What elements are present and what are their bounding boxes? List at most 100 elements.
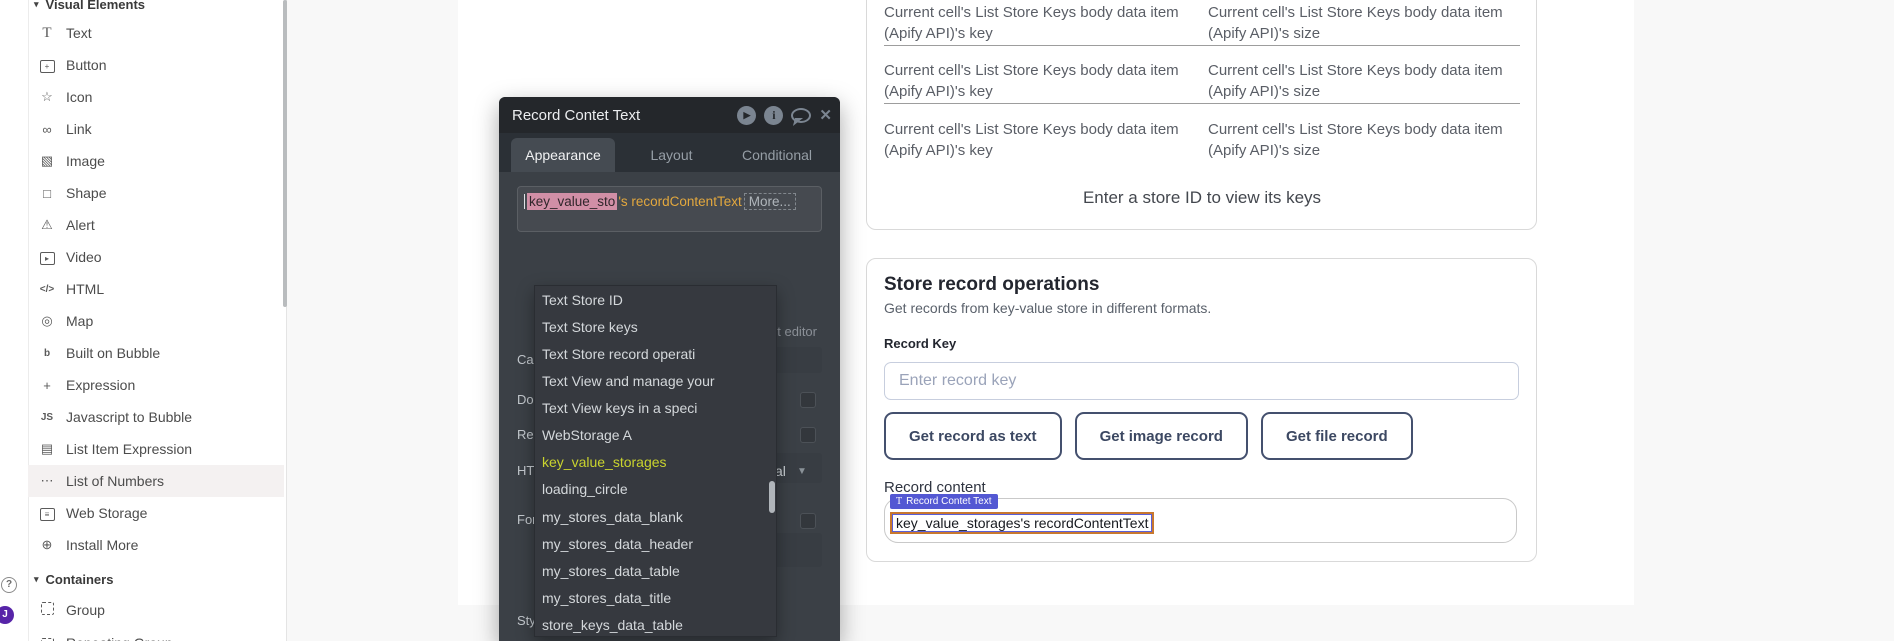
dynamic-text-composer[interactable]: key_value_sto 's recordContentText More.… [517, 186, 822, 232]
store-key-cell: Current cell's List Store Keys body data… [884, 60, 1220, 102]
get-image-record-button[interactable]: Get image record [1075, 412, 1248, 460]
help-icon[interactable]: ? [1, 577, 17, 593]
sidebar-item-link[interactable]: ∞Link [28, 113, 284, 145]
sidebar-item-label: Link [66, 121, 92, 137]
group-icon [38, 602, 56, 618]
preview-play-icon[interactable]: ▶ [737, 106, 756, 125]
dropdown-option[interactable]: Text Store record operati [535, 340, 777, 368]
sidebar-scrollbar[interactable] [283, 0, 287, 307]
info-icon[interactable]: i [764, 106, 783, 125]
sidebar-item-button[interactable]: +Button [28, 49, 284, 81]
web-storage-icon: ≡ [38, 505, 56, 521]
sidebar-item-label: Map [66, 313, 93, 329]
store-size-cell: Current cell's List Store Keys body data… [1208, 60, 1544, 102]
get-file-record-button[interactable]: Get file record [1261, 412, 1413, 460]
sidebar-item-label: Group [66, 602, 105, 618]
field-label-fragment: HT [517, 463, 534, 478]
empty-state-message: Enter a store ID to view its keys [884, 188, 1520, 208]
field-label-fragment: Do [517, 392, 534, 407]
sidebar-item-label: HTML [66, 281, 104, 297]
alert-icon: ⚠ [38, 217, 56, 233]
sidebar-item-install-more[interactable]: ⊕Install More [28, 529, 284, 561]
selected-text-element[interactable]: key_value_storages's recordContentText [890, 512, 1154, 534]
sidebar-item-list-of-numbers[interactable]: ⋯List of Numbers [28, 465, 284, 497]
containers-header[interactable]: ▾ Containers [34, 569, 254, 589]
row-divider [884, 103, 1520, 104]
list-of-numbers-icon: ⋯ [38, 473, 56, 489]
text-icon: T [38, 25, 56, 42]
visual-elements-header[interactable]: ▾ Visual Elements [34, 0, 254, 14]
property-editor-panel: Record Contet Text ▶ i ✕ Appearance Layou… [499, 97, 840, 641]
dropdown-option[interactable]: Text Store ID [535, 286, 777, 314]
image-icon: ▧ [38, 153, 56, 169]
sidebar-item-label: Image [66, 153, 105, 169]
sidebar-item-html[interactable]: </> HTML [28, 273, 284, 305]
operations-subtitle: Get records from key-value store in diff… [884, 300, 1211, 316]
dropdown-option[interactable]: Text View and manage your [535, 367, 777, 395]
sidebar-item-label: Alert [66, 217, 95, 233]
video-icon: ▸ [38, 249, 56, 265]
sidebar-item-image[interactable]: ▧ Image [28, 145, 284, 177]
html-icon: </> [38, 284, 56, 295]
sidebar-item-label: Repeating Group [66, 635, 173, 641]
dropdown-option[interactable]: key_value_storages [535, 448, 777, 476]
sidebar-item-map[interactable]: ◎Map [28, 305, 284, 337]
button-icon: + [38, 57, 56, 73]
list-item-expression-icon: ▤ [38, 441, 56, 457]
sidebar-item-label: Install More [66, 537, 138, 553]
checkbox[interactable] [800, 392, 816, 408]
field-label-fragment: Ca [517, 352, 534, 367]
panel-header[interactable]: Record Contet Text ▶ i ✕ [499, 97, 840, 133]
sidebar-item-javascript-to-bubble[interactable]: JS Javascript to Bubble [28, 401, 284, 433]
dropdown-option[interactable]: Text Store keys [535, 313, 777, 341]
panel-body: al ▼ xt editor CaDoReHTFonSty key_value_… [499, 172, 840, 641]
sidebar-item-expression[interactable]: +Expression [28, 369, 284, 401]
dropdown-option[interactable]: my_stores_data_table [535, 557, 777, 585]
store-size-cell: Current cell's List Store Keys body data… [1208, 119, 1544, 161]
sidebar-item-web-storage[interactable]: ≡ Web Storage [28, 497, 284, 529]
sidebar-item-label: Web Storage [66, 505, 147, 521]
operations-title: Store record operations [884, 274, 1099, 296]
rich-text-editor-link-fragment[interactable]: xt editor [771, 324, 817, 339]
dropdown-option[interactable]: my_stores_data_header [535, 530, 777, 558]
javascript-to-bubble-icon: JS [38, 412, 56, 423]
expression-text: 's recordContentText [617, 194, 741, 209]
sidebar-item-label: Built on Bubble [66, 345, 160, 361]
comment-icon[interactable] [791, 108, 811, 123]
dropdown-option[interactable]: loading_circle [535, 475, 777, 503]
chevron-down-icon: ▾ [34, 574, 39, 585]
bubble-editor: Current cell's List Store Keys body data… [0, 0, 1894, 641]
dropdown-option[interactable]: my_stores_data_blank [535, 503, 777, 531]
dropdown-option[interactable]: WebStorage A [535, 421, 777, 449]
chevron-down-icon: ▾ [34, 0, 39, 10]
tab-layout[interactable]: Layout [624, 138, 719, 172]
sidebar-item-icon[interactable]: ☆Icon [28, 81, 284, 113]
sidebar-item-group[interactable]: Group [28, 594, 284, 626]
get-record-as-text-button[interactable]: Get record as text [884, 412, 1062, 460]
text-caret [524, 194, 525, 209]
tab-appearance[interactable]: Appearance [511, 138, 615, 172]
sidebar-item-label: Text [66, 25, 92, 41]
sidebar-item-list-item-expression[interactable]: ▤ List Item Expression [28, 433, 284, 465]
more-token[interactable]: More... [744, 193, 796, 210]
sidebar-item-repeating-group[interactable]: ∷Repeating Group [28, 627, 284, 641]
sidebar-item-shape[interactable]: □Shape [28, 177, 284, 209]
dropdown-option[interactable]: store_keys_data_table [535, 611, 777, 637]
close-icon[interactable]: ✕ [819, 106, 832, 124]
sidebar-item-label: Javascript to Bubble [66, 409, 192, 425]
dropdown-option[interactable]: Text View keys in a speci [535, 394, 777, 422]
text-type-icon: T [896, 496, 902, 507]
sidebar-item-text[interactable]: T Text [28, 17, 284, 49]
sidebar-item-label: Shape [66, 185, 106, 201]
tab-conditional[interactable]: Conditional [727, 138, 827, 172]
checkbox[interactable] [800, 513, 816, 529]
record-key-input[interactable] [884, 362, 1519, 400]
dropdown-option[interactable]: my_stores_data_title [535, 584, 777, 612]
sidebar-item-alert[interactable]: ⚠ Alert [28, 209, 284, 241]
checkbox[interactable] [800, 427, 816, 443]
sidebar-item-video[interactable]: ▸Video [28, 241, 284, 273]
selected-token: key_value_sto [527, 193, 617, 210]
sidebar-item-label: List Item Expression [66, 441, 192, 457]
sidebar-item-built-on-bubble[interactable]: bBuilt on Bubble [28, 337, 284, 369]
autocomplete-dropdown: Text Store IDText Store keysText Store r… [534, 285, 777, 637]
